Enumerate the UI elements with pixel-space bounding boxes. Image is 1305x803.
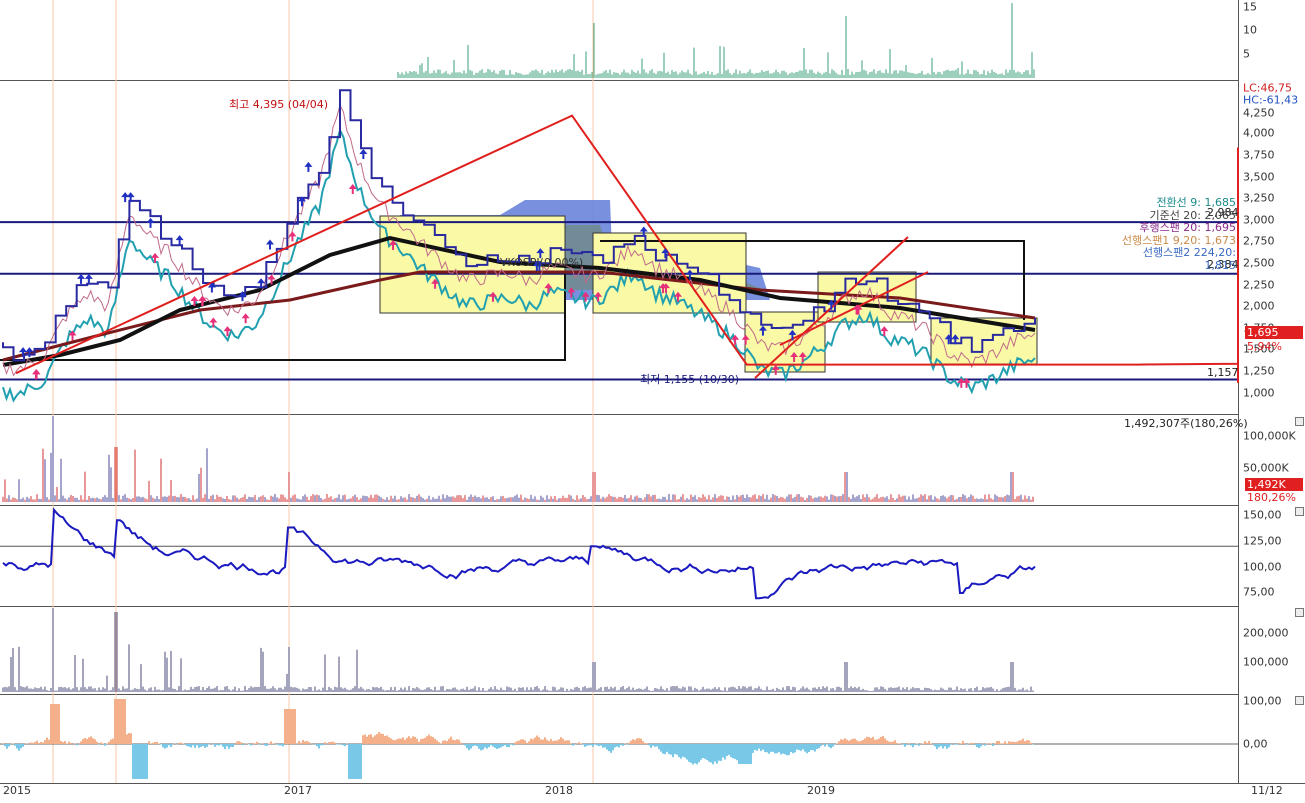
volume-pane-close-icon[interactable] [1295,417,1304,426]
signal-arrow [288,231,297,242]
volume-header: 1,492,307주(180,26%) [1124,417,1248,430]
signal-arrow [266,239,275,250]
histogram-tick: 0,00 [1243,737,1268,751]
signal-arrow [32,369,41,380]
current-change-badge: 5,94% [1247,340,1282,353]
x-label-2017: 2017 [284,784,312,797]
signal-arrow [175,235,184,246]
signal-arrow [304,161,313,172]
x-label-date: 11/12 [1251,784,1283,797]
indicator-legend: 전환선 9: 1,685 기준선 20: 2,065 후행스팬 20: 1,69… [1108,196,1236,272]
chart-canvas[interactable] [0,0,1305,803]
signal-arrow [77,273,86,284]
oscillator-line [2,507,1036,600]
x-label-2015: 2015 [3,784,31,797]
legend-item-leading2: 선행스팬2 224,20: 1,815 [1142,246,1236,272]
signal-arrow [359,149,368,159]
oscillator-pane-close-icon[interactable] [1295,507,1304,516]
amount-pane-close-icon[interactable] [1295,608,1304,617]
histogram-pane-close-icon[interactable] [1295,696,1304,705]
x-label-2019: 2019 [807,784,835,797]
high-annotation: 최고 4,395 (04/04) [229,98,329,111]
legend-item-lagging: 후행스팬 20: 1,695 [1139,221,1236,234]
signal-arrow [84,273,93,284]
histogram-axis: 100,00 0,00 [1239,0,1305,783]
volume-badge: 1,492K [1245,478,1303,491]
low-annotation: 최저 1,155 (10/30) [640,373,740,386]
signal-arrow [241,313,250,324]
vkospi-annotation: VKOSPI(0,00%) [500,256,584,269]
signal-arrow [121,192,130,203]
legend-item-conversion: 전환선 9: 1,685 [1156,196,1236,209]
level-label-1157: 1,157 [1207,366,1239,379]
histogram-tick: 100,00 [1243,694,1282,708]
signal-arrow [146,217,155,228]
current-price-badge: 1,695 [1245,326,1303,339]
volume-pct-badge: 180,26% [1247,491,1296,504]
x-label-2018: 2018 [545,784,573,797]
